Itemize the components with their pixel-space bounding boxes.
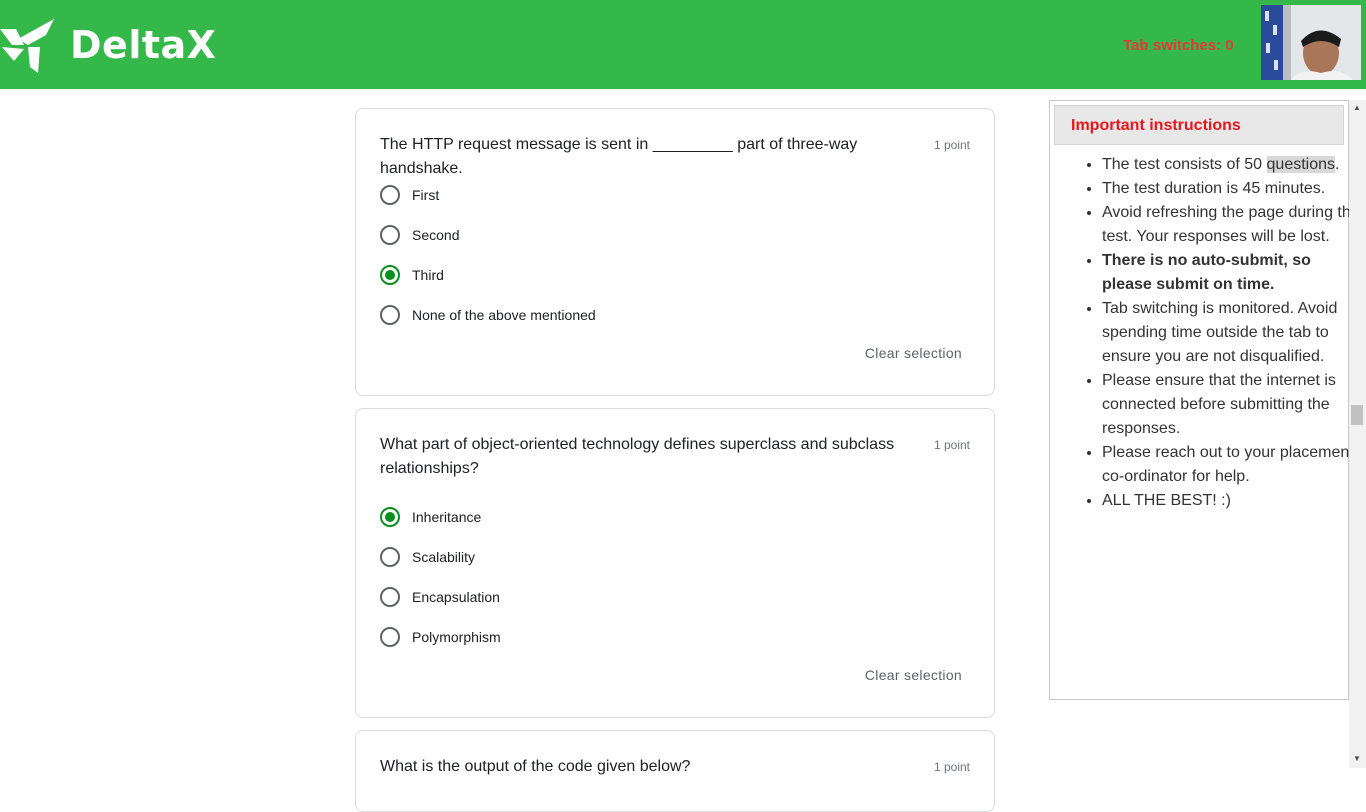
radio-button[interactable] <box>380 225 400 245</box>
clear-selection-button[interactable]: Clear selection <box>865 667 962 683</box>
instruction-item: Avoid refreshing the page during the tes… <box>1102 201 1364 249</box>
question-points: 1 point <box>933 438 970 452</box>
option-label: Polymorphism <box>412 629 501 645</box>
option-second[interactable]: Second <box>380 223 459 247</box>
instruction-item: The test consists of 50 questions. <box>1102 153 1364 177</box>
instructions-panel: Important instructions The test consists… <box>1049 100 1360 700</box>
brand-name: DeltaX <box>70 23 217 67</box>
scroll-down-arrow-icon[interactable]: ▼ <box>1353 754 1361 763</box>
instruction-item: Please ensure that the internet is conne… <box>1102 369 1364 441</box>
option-label: Second <box>412 227 460 243</box>
radio-button[interactable] <box>380 547 400 567</box>
instructions-title: Important instructions <box>1071 117 1241 134</box>
option-none[interactable]: None of the above mentioned <box>380 303 596 327</box>
instruction-item: Please reach out to your placement co-or… <box>1102 441 1364 489</box>
option-first[interactable]: First <box>380 183 439 207</box>
webcam-feed <box>1261 5 1361 80</box>
instruction-item: There is no auto-submit, so please submi… <box>1102 249 1364 297</box>
question-text: What part of object-oriented technology … <box>380 436 895 477</box>
scroll-up-arrow-icon[interactable]: ▲ <box>1353 103 1361 112</box>
question-text: The HTTP request message is sent in ____… <box>380 136 858 177</box>
radio-button-selected[interactable] <box>380 507 400 527</box>
deltax-logo-icon <box>0 19 54 73</box>
question-card: What is the output of the code given bel… <box>355 730 995 812</box>
question-points: 1 point <box>933 138 970 152</box>
option-scalability[interactable]: Scalability <box>380 545 475 569</box>
clear-selection-button[interactable]: Clear selection <box>865 345 962 361</box>
tab-switch-counter: Tab switches: 0 <box>1123 37 1234 54</box>
instruction-item: The test duration is 45 minutes. <box>1102 177 1364 201</box>
question-card: The HTTP request message is sent in ____… <box>355 108 995 396</box>
instructions-header: Important instructions <box>1054 105 1344 145</box>
option-label: First <box>412 187 440 203</box>
instruction-item: ALL THE BEST! :) <box>1102 489 1364 513</box>
page-scrollbar[interactable]: ▲ ▼ <box>1349 100 1366 768</box>
instruction-item: Tab switching is monitored. Avoid spendi… <box>1102 297 1364 369</box>
radio-button[interactable] <box>380 627 400 647</box>
question-card: What part of object-oriented technology … <box>355 408 995 718</box>
option-polymorphism[interactable]: Polymorphism <box>380 625 501 649</box>
option-label: None of the above mentioned <box>412 307 596 323</box>
radio-button[interactable] <box>380 587 400 607</box>
instructions-list: The test consists of 50 questions. The t… <box>1070 153 1364 513</box>
question-text: What is the output of the code given bel… <box>380 758 691 775</box>
option-label: Encapsulation <box>412 589 500 605</box>
app-header: DeltaX Tab switches: 0 <box>0 0 1366 89</box>
option-third[interactable]: Third <box>380 263 444 287</box>
highlighted-text: questions <box>1266 156 1336 173</box>
question-points: 1 point <box>933 760 970 774</box>
radio-button-selected[interactable] <box>380 265 400 285</box>
radio-button[interactable] <box>380 185 400 205</box>
option-encapsulation[interactable]: Encapsulation <box>380 585 500 609</box>
option-label: Inheritance <box>412 509 482 525</box>
option-label: Third <box>412 267 444 283</box>
radio-button[interactable] <box>380 305 400 325</box>
option-label: Scalability <box>412 549 476 565</box>
deltax-logo[interactable]: DeltaX <box>0 17 216 73</box>
scroll-thumb[interactable] <box>1351 405 1363 425</box>
option-inheritance[interactable]: Inheritance <box>380 505 481 529</box>
